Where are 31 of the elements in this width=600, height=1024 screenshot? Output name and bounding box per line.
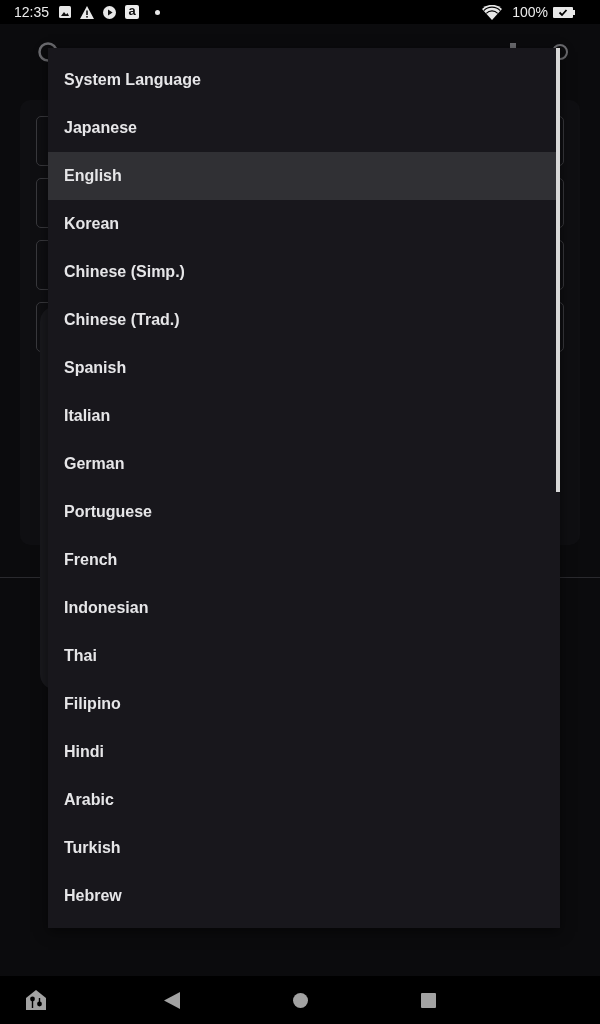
play-icon [103, 5, 117, 19]
house-icon[interactable] [26, 990, 46, 1010]
language-option[interactable]: Spanish [48, 344, 560, 392]
back-icon[interactable] [164, 991, 180, 1009]
scrollbar[interactable] [556, 48, 560, 492]
language-option[interactable]: Chinese (Trad.) [48, 296, 560, 344]
dot-icon [155, 9, 161, 15]
language-option[interactable]: Indonesian [48, 584, 560, 632]
store-app-icon: a [125, 5, 140, 19]
recent-apps-icon[interactable] [421, 992, 436, 1008]
language-option[interactable]: Portuguese [48, 488, 560, 536]
language-option[interactable]: Hebrew [48, 872, 560, 920]
language-option[interactable]: Japanese [48, 104, 560, 152]
warning-icon [80, 5, 95, 19]
battery-charging-icon [553, 6, 575, 18]
language-option[interactable]: Filipino [48, 680, 560, 728]
language-option[interactable]: Thai [48, 632, 560, 680]
language-option[interactable]: Korean [48, 200, 560, 248]
home-icon[interactable] [293, 992, 308, 1008]
language-option[interactable]: Chinese (Simp.) [48, 248, 560, 296]
language-option[interactable]: German [48, 440, 560, 488]
clock-time: 12:35 [14, 4, 50, 20]
language-option[interactable]: French [48, 536, 560, 584]
battery-percent: 100% [512, 4, 548, 20]
language-option[interactable]: Italian [48, 392, 560, 440]
language-option[interactable]: Hindi [48, 728, 560, 776]
language-option[interactable]: Turkish [48, 824, 560, 872]
wifi-icon [482, 4, 503, 20]
image-icon [59, 6, 72, 18]
language-option[interactable]: System Language [48, 56, 560, 104]
language-option[interactable]: Arabic [48, 776, 560, 824]
